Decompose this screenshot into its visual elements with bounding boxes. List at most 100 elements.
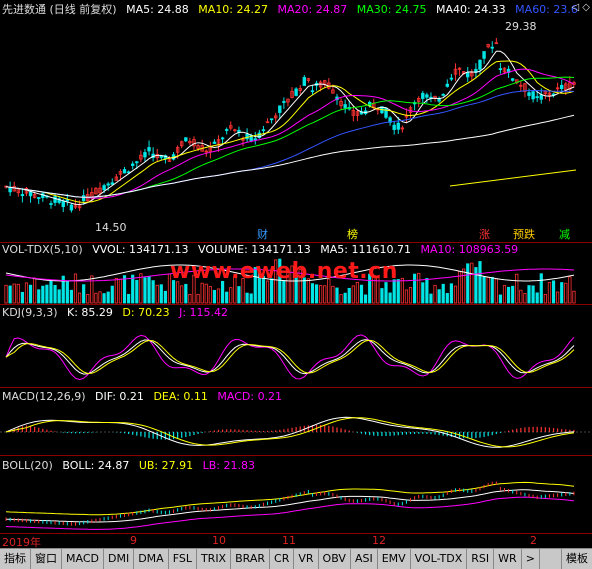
volume-bar: [474, 267, 478, 304]
tab-vr[interactable]: VR: [294, 549, 319, 569]
panel-nav-arrows[interactable]: ◁ ◇: [571, 2, 590, 13]
marker-reduce[interactable]: 减: [558, 226, 571, 242]
volume-bar: [384, 282, 388, 304]
tab-brar[interactable]: BRAR: [231, 549, 271, 569]
candle-body: [224, 129, 229, 131]
volume-bar: [355, 281, 360, 304]
kdj-indicator-name: KDJ(9,3,3): [2, 306, 58, 319]
kdj-d-label: D: 70.23: [122, 306, 170, 319]
volume-bar: [77, 292, 82, 304]
tab-rsi[interactable]: RSI: [467, 549, 495, 569]
candlestick-chart: [4, 37, 577, 213]
volume-bar: [4, 284, 8, 304]
volume-bar: [523, 293, 527, 304]
volume-bar: [159, 284, 163, 304]
axis-label-nov: 11: [282, 534, 296, 547]
volume-bar: [114, 277, 118, 304]
tab-asi[interactable]: ASI: [351, 549, 378, 569]
volume-bar: [421, 282, 425, 304]
volume-bar: [539, 273, 543, 304]
kdj-j-label: J: 115.42: [179, 306, 229, 319]
candle-body: [81, 195, 86, 202]
macd-dif-label: DIF: 0.21: [95, 390, 144, 403]
tab-emv[interactable]: EMV: [378, 549, 411, 569]
volume-bar: [65, 280, 69, 304]
volume-bar: [188, 293, 192, 304]
marker-finance[interactable]: 财: [256, 226, 269, 242]
macd-dea-label: DEA: 0.11: [153, 390, 208, 403]
volume-bar: [127, 293, 131, 304]
volume-bar: [556, 291, 560, 304]
volume-bar: [511, 285, 515, 304]
tab-obv[interactable]: OBV: [319, 549, 351, 569]
volume-bar: [180, 285, 184, 304]
volume-bar: [73, 273, 78, 304]
axis-label-feb: 2: [530, 534, 537, 547]
volume-bar: [28, 284, 33, 304]
vol-ma10-label: MA10: 108963.59: [420, 243, 519, 256]
tab-dma[interactable]: DMA: [134, 549, 169, 569]
candle-body: [102, 185, 106, 191]
ma40-label: MA40: 24.33: [435, 3, 506, 16]
candle-body: [69, 204, 74, 211]
candle-body: [220, 137, 225, 140]
high-price-label: 29.38: [505, 20, 537, 33]
marker-forecast-down[interactable]: 预跌: [512, 226, 536, 242]
kdj-panel[interactable]: KDJ(9,3,3) K: 85.29 D: 70.23 J: 115.42: [0, 305, 592, 387]
volume-bar: [135, 280, 139, 304]
kdj-k-line: [5, 339, 575, 375]
tab-macd[interactable]: MACD: [62, 549, 104, 569]
ma10-label: MA10: 24.27: [198, 3, 269, 16]
volume-bar: [143, 277, 147, 304]
volume-bar: [319, 285, 323, 304]
kdj-header: KDJ(9,3,3) K: 85.29 D: 70.23 J: 115.42: [2, 306, 234, 320]
date-axis: 2019年 9 10 11 12 2: [0, 533, 592, 549]
candle-body: [539, 94, 543, 100]
candle-body: [396, 122, 400, 130]
volume-bar: [359, 284, 364, 304]
price-panel[interactable]: 先进数通 (日线 前复权) MA5: 24.88 MA10: 24.27 MA2…: [0, 0, 592, 242]
volume-bar: [502, 285, 507, 304]
volume-bar: [69, 289, 74, 304]
tab-template[interactable]: 模板: [561, 549, 592, 569]
volume-bar: [37, 289, 41, 304]
candle-body: [184, 137, 188, 142]
tab-wr[interactable]: WR: [494, 549, 522, 569]
boll-header: BOLL(20) BOLL: 24.87 UB: 27.91 LB: 21.83: [2, 459, 261, 473]
macd-panel[interactable]: MACD(12,26,9) DIF: 0.21 DEA: 0.11 MACD: …: [0, 388, 592, 455]
tab-fsl[interactable]: FSL: [169, 549, 197, 569]
candle-body: [28, 191, 33, 197]
tab-vol-tdx[interactable]: VOL-TDX: [411, 549, 468, 569]
candle-body: [498, 68, 503, 71]
volume-bar: [41, 285, 45, 304]
tab-trix[interactable]: TRIX: [197, 549, 232, 569]
marker-rank[interactable]: 榜: [346, 226, 359, 242]
volume-bar: [20, 291, 24, 304]
volume-bar: [498, 294, 503, 304]
candle-body: [343, 104, 347, 109]
candle-body: [466, 72, 470, 78]
candle-body: [535, 96, 539, 99]
volume-bar: [535, 292, 539, 304]
tab-indicator[interactable]: 指标: [0, 549, 31, 569]
tab-dmi[interactable]: DMI: [104, 549, 135, 569]
marker-limit-up[interactable]: 涨: [478, 226, 491, 242]
volume-bar: [515, 273, 519, 304]
volume-bar: [490, 276, 494, 304]
candle-body: [441, 93, 445, 96]
volume-bar: [102, 293, 106, 304]
tab-more-arrow[interactable]: >: [522, 549, 540, 569]
candle-body: [61, 200, 65, 208]
boll-panel[interactable]: BOLL(20) BOLL: 24.87 UB: 27.91 LB: 21.83: [0, 456, 592, 533]
candle-body: [53, 196, 57, 203]
tab-cr[interactable]: CR: [270, 549, 295, 569]
volume-bar: [572, 290, 576, 304]
tab-window[interactable]: 窗口: [31, 549, 62, 569]
candle-body: [49, 203, 53, 205]
candle-body: [143, 152, 147, 158]
candle-body: [478, 59, 482, 70]
volume-bar: [449, 283, 453, 304]
axis-label-sep: 9: [130, 534, 137, 547]
candle-body: [425, 94, 429, 98]
candle-body: [130, 163, 135, 166]
